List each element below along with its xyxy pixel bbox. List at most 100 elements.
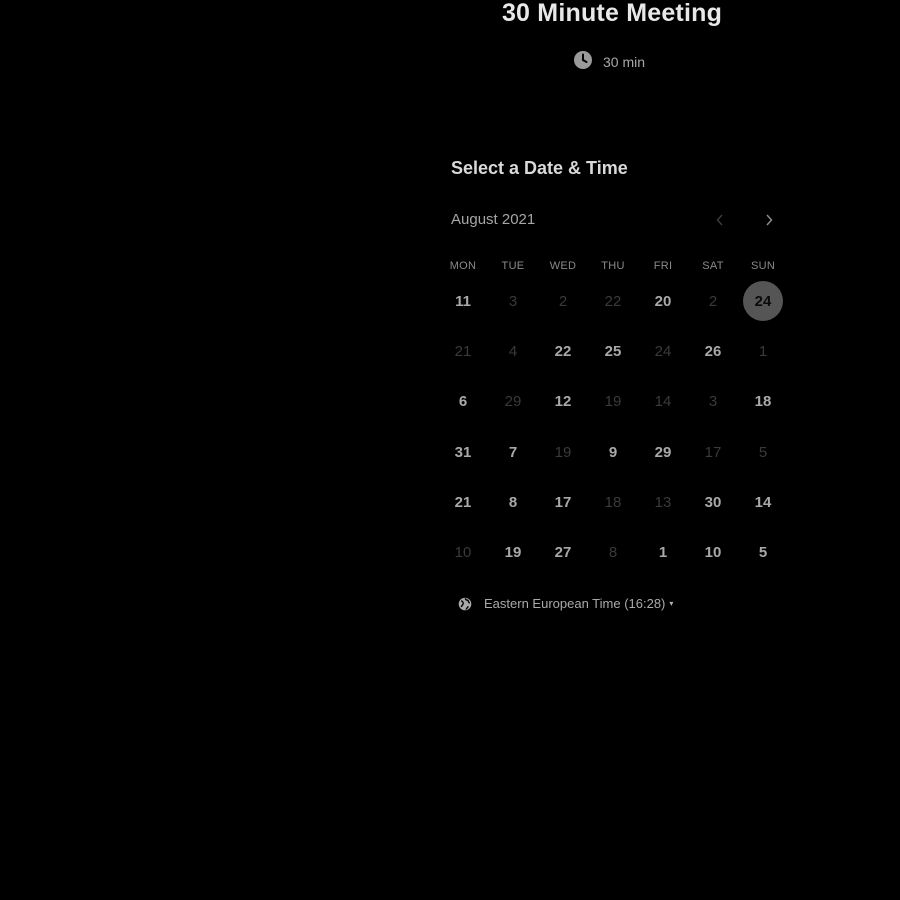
- day-available[interactable]: 12: [543, 382, 583, 422]
- weekday-tue: TUE: [501, 260, 525, 272]
- day-unavailable: 19: [604, 393, 622, 411]
- day-available[interactable]: 25: [593, 331, 633, 371]
- calendar-cell: 3: [488, 276, 538, 326]
- calendar-cell: 22: [538, 326, 588, 376]
- calendar-cell: 27: [538, 527, 588, 577]
- calendar-cell: 18: [588, 477, 638, 527]
- calendar-cell: 10: [438, 527, 488, 577]
- calendar-cell: 8: [588, 527, 638, 577]
- event-duration: 30 min: [573, 50, 645, 70]
- calendar-cell: 24: [738, 276, 788, 326]
- calendar-cell: 21: [438, 477, 488, 527]
- weekday-sat: SAT: [702, 260, 724, 272]
- day-available[interactable]: 8: [493, 482, 533, 522]
- timezone-selector[interactable]: Eastern European Time (16:28) ▾: [458, 596, 673, 611]
- chevron-left-icon: [716, 214, 723, 226]
- calendar-cell: 5: [738, 527, 788, 577]
- calendar-cell: 13: [638, 477, 688, 527]
- calendar-cell: 7: [488, 427, 538, 477]
- day-available[interactable]: 17: [543, 482, 583, 522]
- day-available[interactable]: 11: [443, 281, 483, 321]
- caret-down-icon: ▾: [669, 599, 674, 608]
- calendar-cell: 10: [688, 527, 738, 577]
- day-available[interactable]: 5: [743, 533, 783, 573]
- timezone-label: Eastern European Time (16:28): [484, 596, 666, 611]
- day-unavailable: 14: [654, 393, 672, 411]
- day-available[interactable]: 6: [443, 382, 483, 422]
- day-available[interactable]: 30: [693, 482, 733, 522]
- day-available[interactable]: 21: [443, 482, 483, 522]
- calendar-cell: 12: [538, 377, 588, 427]
- day-available[interactable]: 31: [443, 432, 483, 472]
- day-unavailable: 18: [604, 493, 622, 511]
- day-available[interactable]: 18: [743, 382, 783, 422]
- day-unavailable: 4: [508, 342, 518, 360]
- calendar-cell: 25: [588, 326, 638, 376]
- calendar-cell: 14: [638, 377, 688, 427]
- globe-icon: [458, 597, 472, 611]
- day-available[interactable]: 9: [593, 432, 633, 472]
- event-title: 30 Minute Meeting: [501, 0, 723, 27]
- calendar-cell: 21: [438, 326, 488, 376]
- calendar-cell: 19: [588, 377, 638, 427]
- day-unavailable: 29: [504, 393, 522, 411]
- day-available[interactable]: 14: [743, 482, 783, 522]
- calendar-cell: 30: [688, 477, 738, 527]
- day-unavailable: 2: [708, 292, 718, 310]
- calendar-cell: 17: [538, 477, 588, 527]
- calendar-grid: 11 3 2 22 20 2 24 21 4 22 25 24 26 1 6 29 12 19 14 3 18 31 7 19…: [438, 276, 788, 578]
- calendar-cell: 6: [438, 377, 488, 427]
- calendar-cell: 17: [688, 427, 738, 477]
- day-unavailable: 10: [454, 544, 472, 562]
- day-unavailable: 21: [454, 342, 472, 360]
- calendar-cell: 24: [638, 326, 688, 376]
- month-label: August 2021: [451, 211, 536, 228]
- calendar-cell: 2: [538, 276, 588, 326]
- day-unavailable: 1: [758, 342, 768, 360]
- day-unavailable: 2: [558, 292, 568, 310]
- weekday-sun: SUN: [750, 260, 776, 272]
- prev-month-button[interactable]: [708, 208, 732, 232]
- calendar-cell: 19: [488, 527, 538, 577]
- calendar-cell: 22: [588, 276, 638, 326]
- day-available[interactable]: 10: [693, 533, 733, 573]
- calendar-cell: 1: [638, 527, 688, 577]
- day-unavailable: 17: [704, 443, 722, 461]
- day-unavailable: 24: [654, 342, 672, 360]
- day-unavailable: 3: [708, 393, 718, 411]
- calendar-cell: 4: [488, 326, 538, 376]
- day-available[interactable]: 20: [643, 281, 683, 321]
- day-available[interactable]: 19: [493, 533, 533, 573]
- day-available[interactable]: 29: [643, 432, 683, 472]
- day-available[interactable]: 7: [493, 432, 533, 472]
- calendar-cell: 9: [588, 427, 638, 477]
- calendar-cell: 29: [488, 377, 538, 427]
- calendar-cell: 5: [738, 427, 788, 477]
- calendar-cell: 8: [488, 477, 538, 527]
- duration-label: 30 min: [603, 53, 646, 70]
- weekday-fri: FRI: [653, 260, 673, 272]
- day-available[interactable]: 27: [543, 533, 583, 573]
- calendar-cell: 3: [688, 377, 738, 427]
- calendar-cell: 26: [688, 326, 738, 376]
- calendar-cell: 1: [738, 326, 788, 376]
- day-unavailable: 5: [758, 443, 768, 461]
- calendar-cell: 14: [738, 477, 788, 527]
- day-available[interactable]: 26: [693, 331, 733, 371]
- clock-icon: [573, 50, 593, 70]
- day-unavailable: 19: [554, 443, 572, 461]
- chevron-right-icon: [766, 214, 773, 226]
- weekday-wed: WED: [549, 260, 577, 272]
- day-selected[interactable]: 24: [743, 281, 783, 322]
- day-available[interactable]: 1: [643, 533, 683, 573]
- day-unavailable: 13: [654, 493, 672, 511]
- calendar-cell: 11: [438, 276, 488, 326]
- day-unavailable: 22: [604, 292, 622, 310]
- calendar-cell: 19: [538, 427, 588, 477]
- calendar-cell: 29: [638, 427, 688, 477]
- next-month-button[interactable]: [757, 208, 781, 232]
- day-available[interactable]: 22: [543, 331, 583, 371]
- section-title: Select a Date & Time: [451, 158, 628, 178]
- weekday-thu: THU: [601, 260, 625, 272]
- calendar-cell: 20: [638, 276, 688, 326]
